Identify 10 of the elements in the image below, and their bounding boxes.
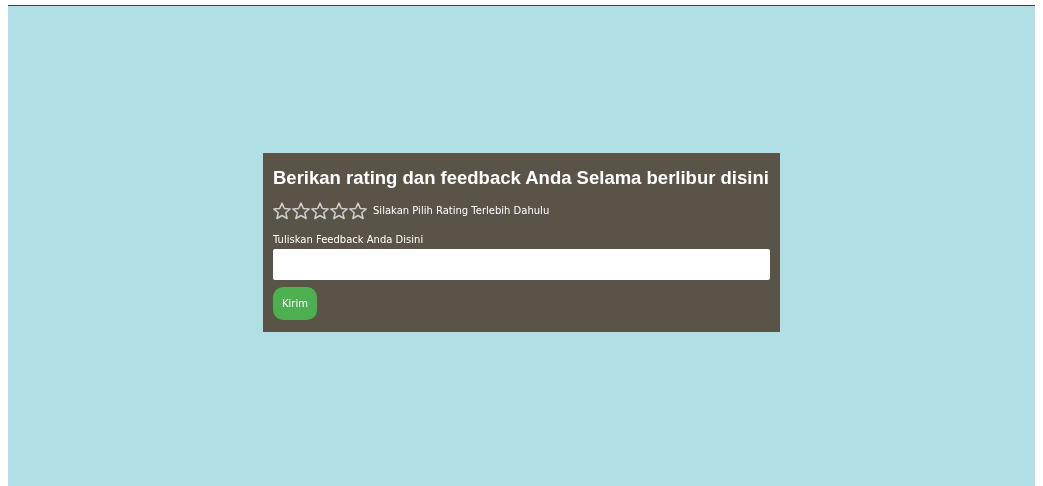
star-icon[interactable] [330,201,348,220]
feedback-label: Tuliskan Feedback Anda Disini [273,233,425,245]
rating-hint: Silakan Pilih Rating Terlebih Dahulu [373,205,550,216]
star-icon[interactable] [349,201,367,220]
card-title: Berikan rating dan feedback Anda Selama berlibur disini [273,166,769,189]
feedback-input[interactable] [273,248,770,280]
star-icon[interactable] [311,201,329,220]
submit-button[interactable]: Kirim [273,286,317,320]
star-icon[interactable] [273,201,291,220]
star-icon[interactable] [292,201,310,220]
